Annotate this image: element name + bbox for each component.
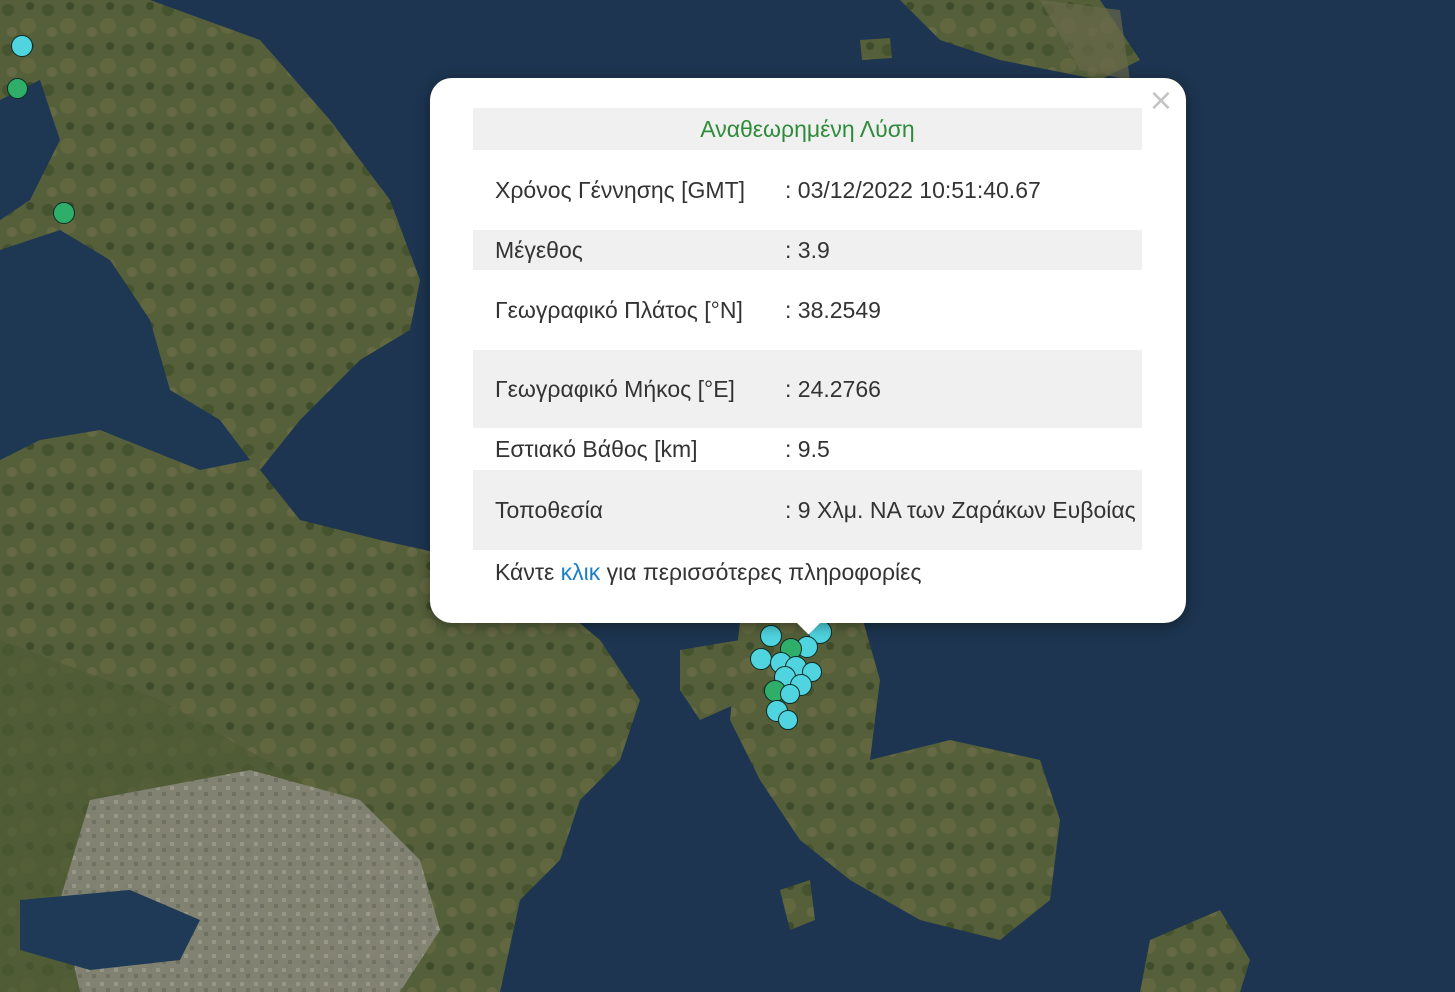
table-row-depth: Εστιακό Βάθος [km] : 9.5	[473, 428, 1142, 470]
table-row-location: Τοποθεσία : 9 Χλμ. ΝΑ των Ζαράκων Ευβοία…	[473, 470, 1142, 550]
latitude-value: : 38.2549	[785, 297, 881, 323]
table-row-longitude: Γεωγραφικό Μήκος [°E] : 24.2766	[473, 350, 1142, 428]
popup-tip	[788, 623, 828, 643]
more-info-prefix: Κάντε	[495, 558, 561, 585]
solution-header-row: Αναθεωρημένη Λύση	[473, 108, 1142, 150]
longitude-value: : 24.2766	[763, 350, 1142, 428]
location-value: : 9 Χλμ. ΝΑ των Ζαράκων Ευβοίας	[763, 470, 1142, 550]
earthquake-marker[interactable]	[11, 35, 33, 57]
earthquake-marker[interactable]	[7, 78, 28, 99]
magnitude-label: Μέγεθος	[473, 230, 763, 270]
latitude-label: Γεωγραφικό Πλάτος [°N]	[495, 296, 743, 323]
earthquake-info-popup: × Αναθεωρημένη Λύση Χρόνος Γέννησης [GMT…	[430, 78, 1186, 635]
depth-value: : 9.5	[785, 436, 830, 462]
table-row-origin-time: Χρόνος Γέννησης [GMT] : 03/12/2022 10:51…	[473, 150, 1142, 230]
table-row-magnitude: Μέγεθος : 3.9	[473, 230, 1142, 270]
more-info-text: Κάντε κλικ για περισσότερες πληροφορίες	[473, 550, 1142, 594]
earthquake-marker[interactable]	[53, 202, 75, 224]
more-info-row: Κάντε κλικ για περισσότερες πληροφορίες	[473, 550, 1142, 594]
earthquake-marker[interactable]	[750, 648, 772, 670]
longitude-label: Γεωγραφικό Μήκος [°E]	[473, 350, 763, 428]
earthquake-marker[interactable]	[778, 710, 798, 730]
origin-time-value: : 03/12/2022 10:51:40.67	[785, 177, 1041, 203]
location-label: Τοποθεσία	[473, 470, 763, 550]
magnitude-value: : 3.9	[763, 230, 1142, 270]
more-info-suffix: για περισσότερες πληροφορίες	[600, 558, 922, 585]
solution-header: Αναθεωρημένη Λύση	[473, 108, 1142, 150]
more-info-link[interactable]: κλικ	[561, 559, 601, 585]
table-row-latitude: Γεωγραφικό Πλάτος [°N] : 38.2549	[473, 270, 1142, 350]
earthquake-details-table: Αναθεωρημένη Λύση Χρόνος Γέννησης [GMT] …	[473, 108, 1142, 594]
depth-label: Εστιακό Βάθος [km]	[495, 435, 698, 462]
earthquake-marker[interactable]	[760, 625, 782, 647]
close-popup-button[interactable]: ×	[1148, 86, 1174, 116]
origin-time-label: Χρόνος Γέννησης [GMT]	[495, 176, 746, 203]
